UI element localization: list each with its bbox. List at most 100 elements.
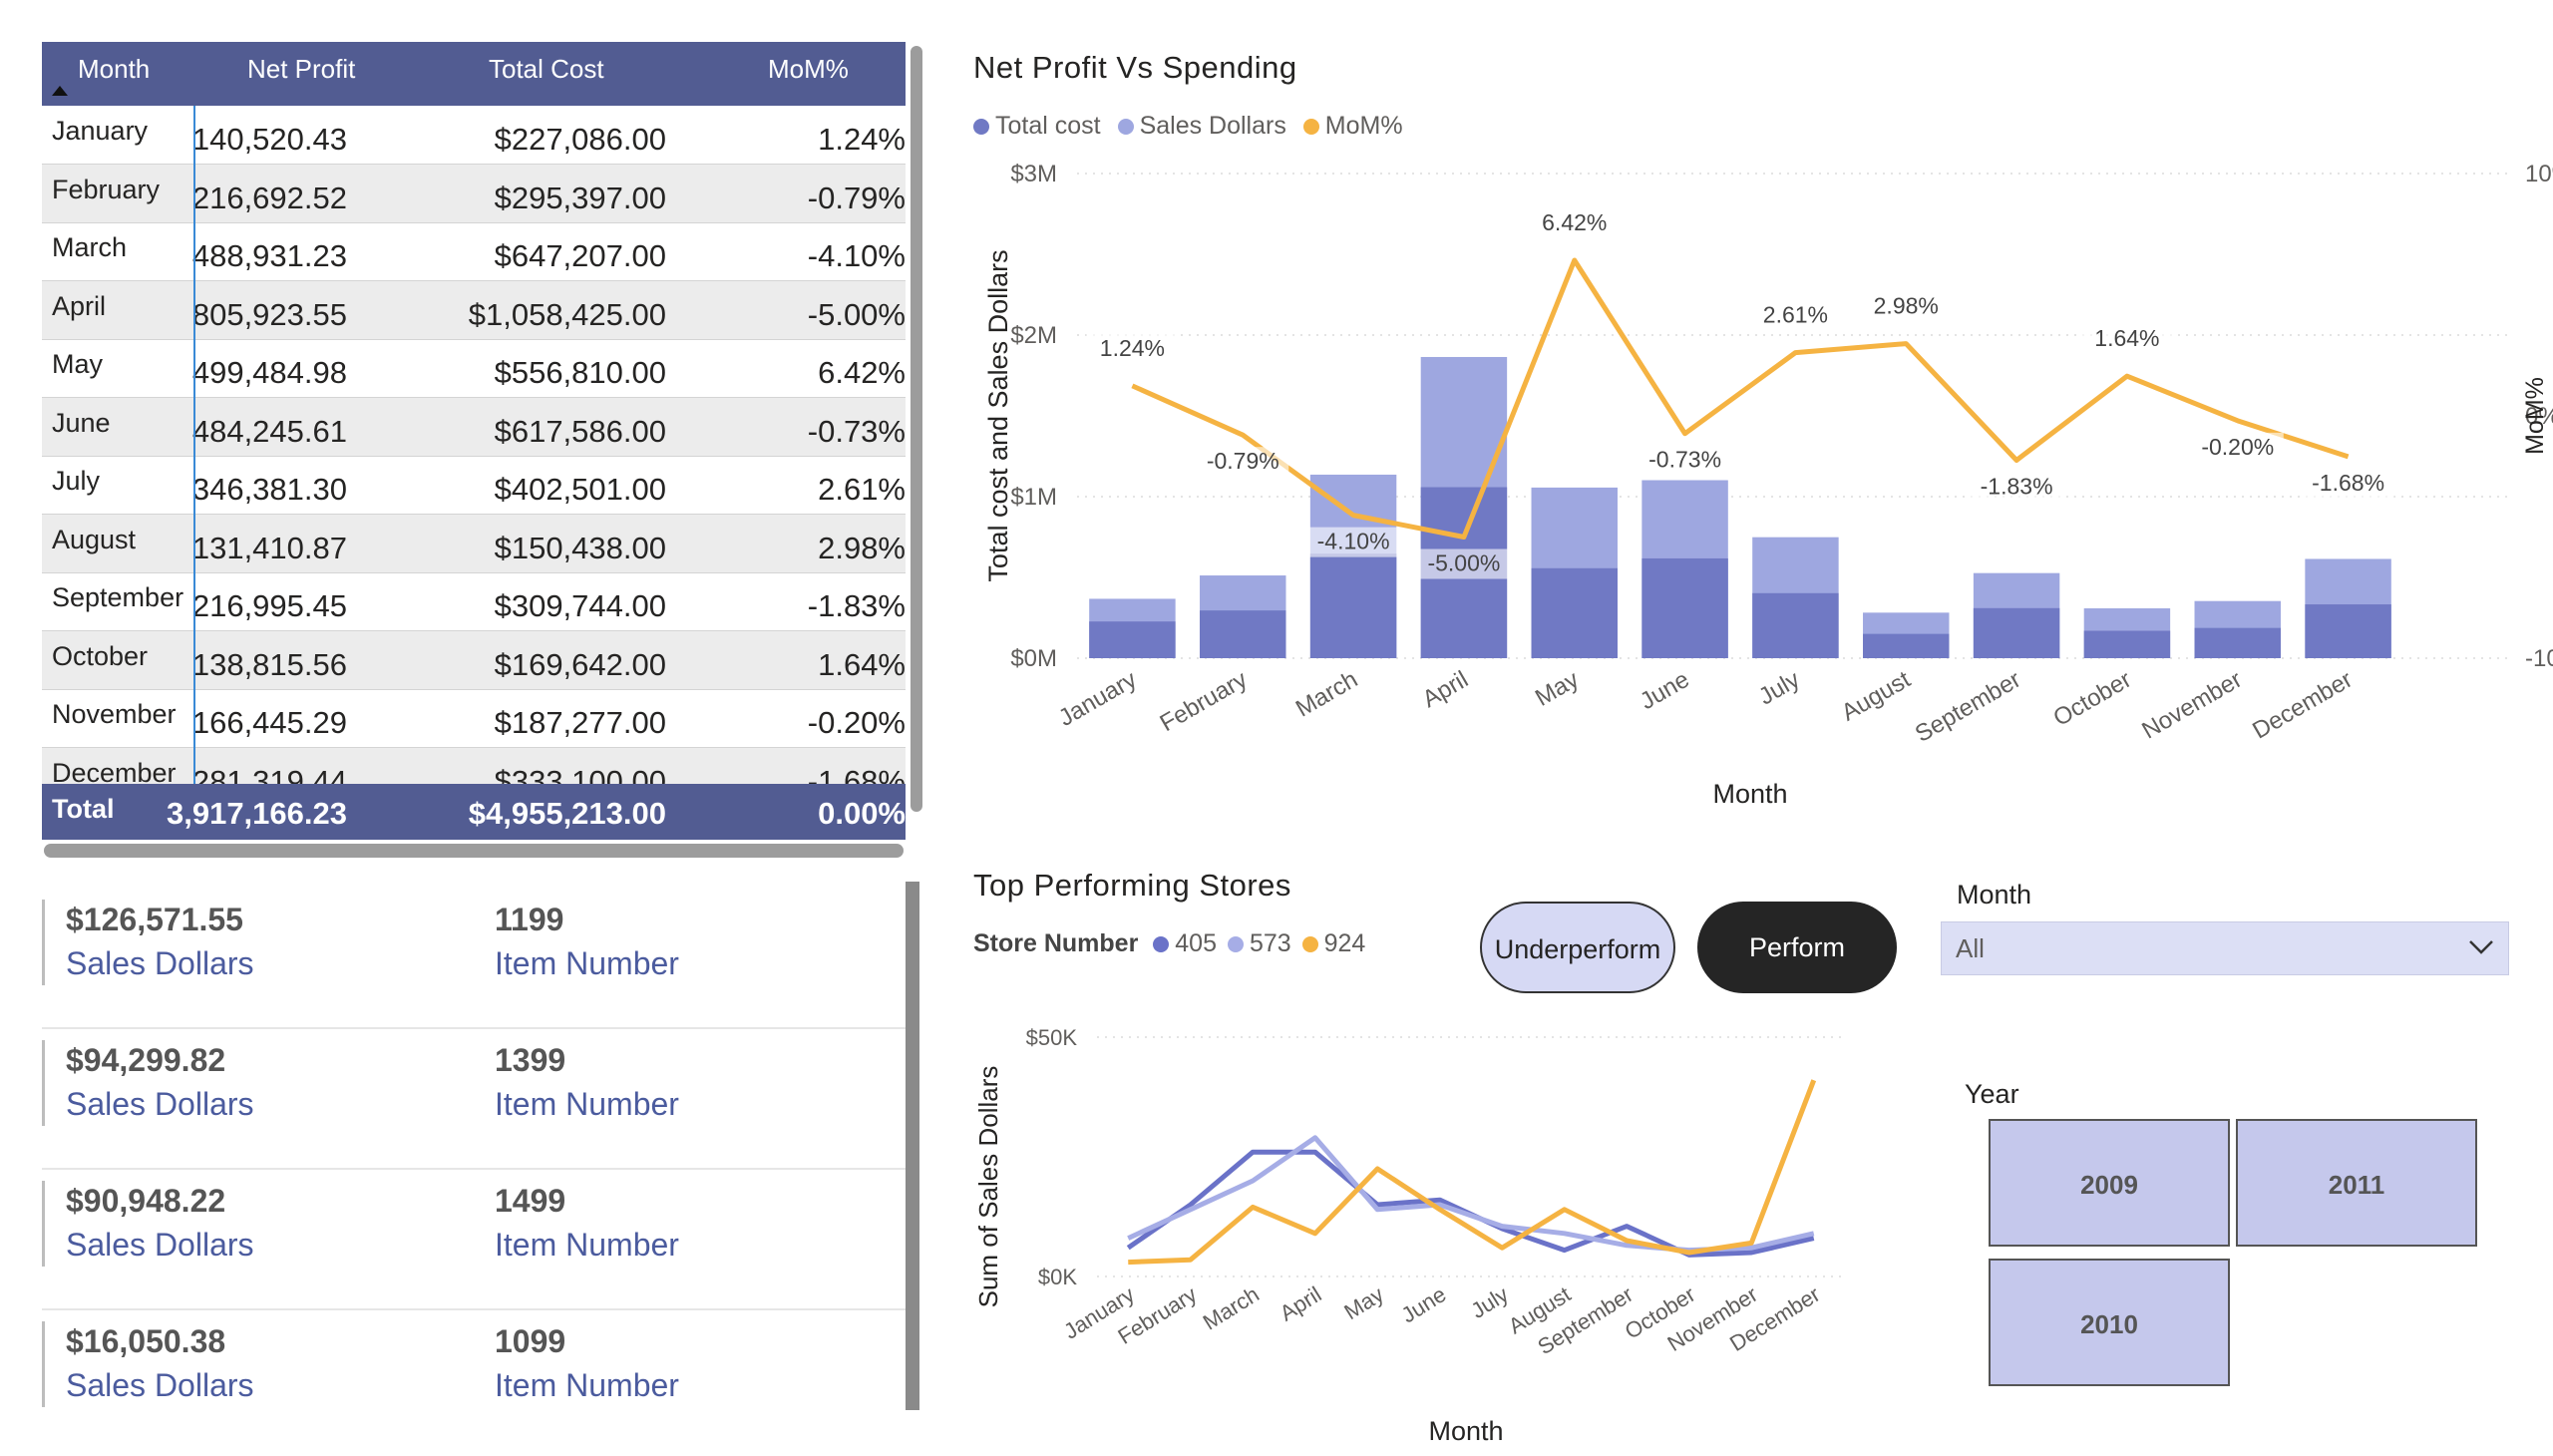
table-row[interactable]: November 166,445.29 $187,277.00 -0.20% [42, 689, 906, 748]
x-axis-title: Month [1428, 1416, 1503, 1446]
bar-total-cost[interactable] [1089, 621, 1176, 658]
table-row[interactable]: June 484,245.61 $617,586.00 -0.73% [42, 397, 906, 457]
table-row[interactable]: September 216,995.45 $309,744.00 -1.83% [42, 572, 906, 631]
card-accent [42, 1321, 45, 1407]
legend-item-405[interactable]: 405 [1153, 929, 1217, 957]
x-tick-label: January [1054, 666, 1141, 732]
x-tick-label: June [1397, 1281, 1451, 1327]
bar-total-cost[interactable] [1973, 607, 2060, 658]
row-month: October [52, 640, 149, 671]
card-sales-value: $94,299.82 [66, 1042, 226, 1078]
row-net-profit: 166,445.29 [191, 705, 347, 740]
card-item-value: 1199 [495, 902, 564, 937]
column-header-total-cost[interactable]: Total Cost [489, 54, 604, 85]
line-store-573[interactable] [1127, 1135, 1815, 1254]
bar-total-cost[interactable] [1309, 553, 1397, 658]
x-tick-label: September [1911, 666, 2025, 748]
perform-button[interactable]: Perform [1697, 902, 1897, 993]
legend-item-total-cost[interactable]: Total cost [973, 112, 1101, 140]
x-tick-label: April [1418, 666, 1473, 713]
sort-ascending-icon[interactable] [52, 86, 68, 96]
table-row[interactable]: February 216,692.52 $295,397.00 -0.79% [42, 164, 906, 223]
row-month: June [52, 407, 111, 438]
column-header-month[interactable]: Month [78, 54, 150, 85]
legend-item-sales-dollars[interactable]: Sales Dollars [1117, 112, 1286, 140]
x-tick-label: May [1339, 1281, 1387, 1324]
row-mom: -0.20% [807, 705, 906, 740]
x-tick-label: October [2048, 666, 2135, 732]
x-tick-label: April [1276, 1281, 1326, 1326]
kpi-card: $90,948.22 Sales Dollars 1499 Item Number [42, 1175, 906, 1310]
table-row[interactable]: April 805,923.55 $1,058,425.00 -5.00% [42, 280, 906, 340]
data-label-mom: -4.10% [1317, 529, 1390, 554]
table-row[interactable]: July 346,381.30 $402,501.00 2.61% [42, 456, 906, 515]
y2-tick-label: -10% [2525, 645, 2553, 672]
row-month: September [52, 582, 184, 612]
y-tick-label: $0M [1010, 645, 1057, 672]
column-header-net-profit[interactable]: Net Profit [247, 54, 355, 85]
bar-total-cost[interactable] [1641, 557, 1728, 658]
matrix-horizontal-scrollbar[interactable] [44, 844, 904, 858]
row-net-profit: 131,410.87 [191, 530, 347, 565]
card-item-label: Item Number [495, 1227, 679, 1263]
matrix-vertical-scrollbar[interactable] [911, 46, 922, 812]
data-label-mom: -0.20% [2201, 434, 2274, 460]
card-item-label: Item Number [495, 1367, 679, 1403]
row-net-profit: 216,995.45 [191, 588, 347, 623]
row-mom: -0.73% [807, 413, 906, 449]
underperform-button[interactable]: Underperform [1480, 902, 1675, 993]
row-net-profit: 805,923.55 [191, 296, 347, 332]
table-row[interactable]: December 281,319.44 $333,100.00 -1.68% [42, 747, 906, 785]
bar-total-cost[interactable] [2083, 630, 2171, 658]
year-tile-2009[interactable]: 2009 [1989, 1119, 2230, 1247]
y-tick-label: $0K [1038, 1265, 1077, 1289]
table-row[interactable]: March 488,931.23 $647,207.00 -4.10% [42, 222, 906, 281]
row-net-profit: 346,381.30 [191, 472, 347, 507]
x-tick-label: March [1291, 666, 1362, 723]
row-net-profit: 499,484.98 [191, 355, 347, 390]
data-label-mom: 6.42% [1542, 209, 1607, 235]
row-month: January [52, 116, 149, 146]
row-mom: -0.79% [807, 180, 906, 215]
card-sales-label: Sales Dollars [66, 1086, 254, 1122]
x-tick-label: February [1156, 666, 1253, 737]
card-item-value: 1099 [495, 1323, 566, 1359]
y-tick-label: $50K [1026, 1025, 1078, 1050]
line-store-405[interactable] [1126, 1149, 1815, 1258]
bar-total-cost[interactable] [2305, 604, 2391, 658]
row-mom: -1.83% [807, 588, 906, 623]
row-total-cost: $617,586.00 [494, 413, 666, 449]
column-header-mom[interactable]: MoM% [768, 54, 849, 85]
table-row[interactable]: August 131,410.87 $150,438.00 2.98% [42, 514, 906, 573]
column-divider [193, 106, 195, 798]
total-label: Total [52, 794, 115, 824]
card-item-label: Item Number [495, 945, 679, 981]
table-row[interactable]: October 138,815.56 $169,642.00 1.64% [42, 630, 906, 690]
row-mom: 2.98% [818, 530, 906, 565]
cards-scrollbar[interactable] [906, 882, 919, 1410]
table-row[interactable]: May 499,484.98 $556,810.00 6.42% [42, 339, 906, 398]
legend-item-573[interactable]: 573 [1227, 929, 1291, 957]
bar-total-cost[interactable] [1200, 610, 1286, 658]
matrix-header: Month Net Profit Total Cost MoM% [42, 42, 906, 106]
bar-total-cost[interactable] [2194, 627, 2281, 658]
bar-total-cost[interactable] [1531, 567, 1618, 658]
chart-legend-net-profit: Total cost Sales Dollars MoM% [973, 112, 1403, 141]
row-net-profit: 216,692.52 [191, 180, 347, 215]
year-tile-2010[interactable]: 2010 [1989, 1259, 2230, 1386]
bar-total-cost[interactable] [1752, 592, 1839, 658]
y-axis-title: Sum of Sales Dollars [973, 1066, 1003, 1308]
month-dropdown[interactable]: All [1941, 921, 2509, 975]
row-net-profit: 488,931.23 [191, 238, 347, 273]
month-slicer-title: Month [1957, 880, 2032, 910]
legend-item-mom[interactable]: MoM% [1302, 112, 1403, 140]
legend-item-924[interactable]: 924 [1301, 929, 1365, 957]
row-net-profit: 281,319.44 [191, 763, 347, 785]
year-tile-2011[interactable]: 2011 [2236, 1119, 2477, 1247]
table-row[interactable]: January 140,520.43 $227,086.00 1.24% [42, 106, 906, 165]
card-sales-label: Sales Dollars [66, 1367, 254, 1403]
card-sales-value: $126,571.55 [66, 902, 243, 937]
bar-total-cost[interactable] [1863, 633, 1950, 658]
row-total-cost: $150,438.00 [494, 530, 666, 565]
row-net-profit: 484,245.61 [191, 413, 347, 449]
